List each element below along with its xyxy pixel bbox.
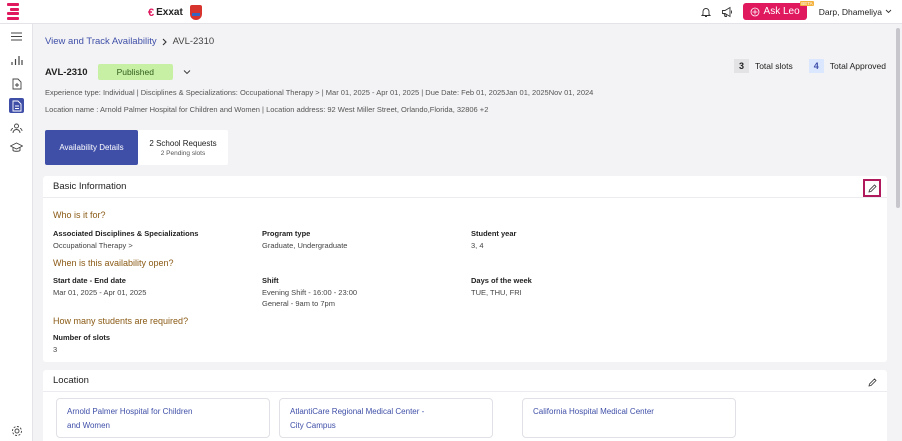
ask-leo-label: Ask Leo [763, 6, 800, 17]
number-of-slots-label: Number of slots [53, 333, 111, 342]
shift-label: Shift [262, 276, 279, 285]
brand-logo: € Exxat [148, 5, 202, 20]
student-year-value: 3, 4 [471, 241, 484, 250]
breadcrumb: View and Track Availability AVL-2310 [45, 36, 214, 47]
users-group-icon[interactable] [9, 121, 24, 136]
tab-availability-label: Availability Details [59, 143, 124, 152]
top-bar: € Exxat Ask Leo BETA Darp, Dhameliya [0, 0, 902, 24]
ask-leo-button[interactable]: Ask Leo BETA [742, 1, 814, 20]
chevron-down-icon [885, 9, 892, 14]
location-name-line1: Arnold Palmer Hospital for Children [67, 407, 193, 416]
location-name-line2: and Women [67, 421, 110, 430]
vertical-scrollbar[interactable] [894, 24, 902, 441]
brand-name: Exxat [156, 7, 183, 18]
megaphone-icon[interactable] [721, 5, 735, 19]
location-name-line1: AtlantiCare Regional Medical Center - [290, 407, 425, 416]
chevron-right-icon [162, 38, 167, 45]
tab-availability-details[interactable]: Availability Details [45, 130, 138, 165]
pencil-icon [867, 183, 877, 193]
days-of-week-label: Days of the week [471, 276, 532, 285]
location-option-card[interactable]: California Hospital Medical Center [522, 398, 736, 438]
location-title: Location [53, 375, 89, 386]
date-range-value: Mar 01, 2025 - Apr 01, 2025 [53, 288, 147, 297]
app-logo-icon[interactable] [7, 3, 19, 20]
how-many-students-heading: How many students are required? [53, 316, 189, 326]
breadcrumb-parent-link[interactable]: View and Track Availability [45, 36, 157, 47]
detail-tabs: Availability Details 2 School Requests 2… [45, 130, 228, 165]
pencil-icon [867, 377, 877, 387]
who-is-it-for-heading: Who is it for? [53, 210, 106, 220]
graduation-cap-icon[interactable] [9, 140, 24, 155]
total-approved-count: 4 [808, 59, 824, 73]
shift-value-evening: Evening Shift - 16:00 - 23:00 [262, 288, 358, 297]
location-meta: Location name : Arnold Palmer Hospital f… [45, 105, 489, 114]
program-type-value: Graduate, Undergraduate [262, 241, 348, 250]
experience-meta: Experience type: Individual | Discipline… [45, 88, 594, 97]
location-option-card[interactable]: Arnold Palmer Hospital for Children and … [56, 398, 270, 438]
disciplines-value[interactable]: Occupational Therapy > [53, 240, 133, 251]
location-card: Location Arnold Palmer Hospital for Chil… [43, 370, 887, 441]
bell-icon[interactable] [699, 5, 713, 19]
date-range-label: Start date - End date [53, 276, 126, 285]
when-open-heading: When is this availability open? [53, 258, 174, 268]
user-name: Darp, Dhameliya [818, 6, 882, 17]
sidebar [0, 24, 33, 441]
total-slots-label: Total slots [754, 61, 793, 71]
tab-requests-sublabel: 2 Pending slots [160, 149, 206, 157]
breadcrumb-current: AVL-2310 [172, 36, 215, 47]
scrollbar-thumb[interactable] [896, 28, 900, 208]
slot-stats: 3 Total slots 4 Total Approved [733, 59, 886, 73]
tab-requests-label: 2 School Requests [149, 138, 217, 148]
sparkle-icon [750, 7, 759, 16]
status-dropdown-chevron-icon[interactable] [183, 69, 191, 75]
document-add-icon[interactable] [9, 76, 24, 91]
disciplines-label: Associated Disciplines & Specializations [53, 229, 199, 238]
status-badge: Published [97, 64, 173, 80]
basic-information-card: Basic Information Who is it for? Associa… [43, 176, 887, 362]
student-year-label: Student year [471, 229, 517, 238]
basic-information-title: Basic Information [53, 181, 127, 192]
hamburger-menu-icon[interactable] [9, 29, 24, 44]
days-of-week-value: TUE, THU, FRI [471, 288, 522, 297]
edit-basic-info-button[interactable] [863, 179, 881, 197]
brand-mark-icon: € [148, 6, 155, 19]
total-slots-count: 3 [733, 59, 749, 73]
location-option-card[interactable]: AtlantiCare Regional Medical Center - Ci… [279, 398, 493, 438]
settings-gear-icon[interactable] [9, 423, 24, 438]
tab-school-requests[interactable]: 2 School Requests 2 Pending slots [138, 130, 228, 165]
total-approved-label: Total Approved [829, 61, 886, 71]
brand-badge-icon [189, 5, 202, 20]
beta-badge: BETA [800, 1, 814, 6]
availability-icon[interactable] [9, 98, 24, 113]
main-content: View and Track Availability AVL-2310 AVL… [33, 24, 894, 441]
program-type-label: Program type [262, 229, 311, 238]
user-menu[interactable]: Darp, Dhameliya [819, 7, 892, 17]
location-name-line1: California Hospital Medical Center [533, 407, 654, 416]
location-name-line2: City Campus [290, 421, 336, 430]
shift-value-general: General - 9am to 7pm [262, 299, 335, 308]
edit-location-button[interactable] [863, 373, 881, 391]
number-of-slots-value: 3 [53, 345, 58, 354]
analytics-icon[interactable] [9, 53, 24, 68]
availability-id: AVL-2310 [45, 66, 88, 78]
